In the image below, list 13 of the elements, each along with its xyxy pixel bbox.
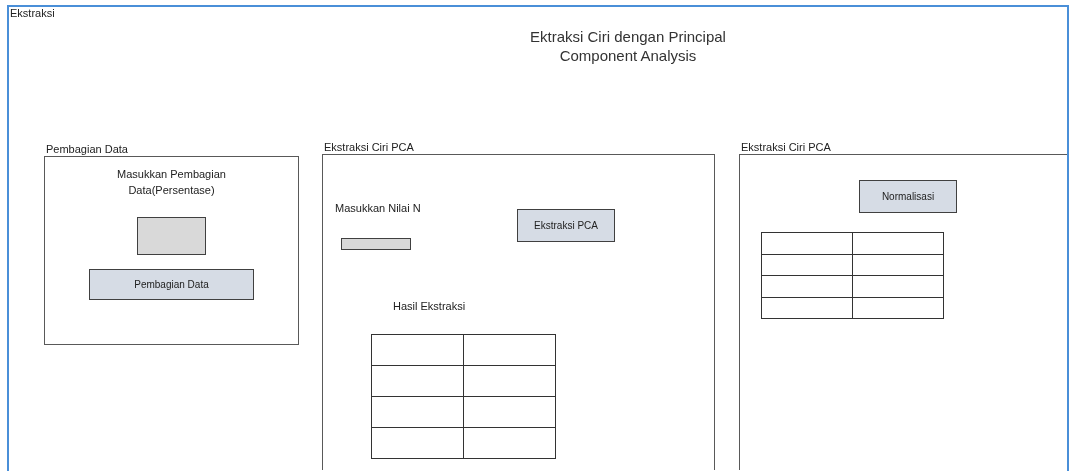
field-label: Hasil Ekstraksi — [393, 298, 466, 313]
window-title: Ekstraksi — [9, 7, 56, 20]
action-button[interactable]: Ekstraksi PCA — [517, 209, 615, 242]
input-field[interactable] — [341, 237, 411, 250]
panel-label: Ekstraksi Ciri PCA — [323, 141, 415, 154]
field-label: Masukkan Pembagian Data(Persentase) — [116, 167, 227, 198]
input-field[interactable] — [137, 217, 206, 255]
panel-label: Pembagian Data — [45, 143, 129, 156]
panel-label: Ekstraksi Ciri PCA — [740, 141, 832, 154]
action-button[interactable]: Pembagian Data — [89, 269, 254, 300]
page-heading: Ektraksi Ciri dengan Principal Component Analysis — [529, 27, 727, 65]
action-button[interactable]: Normalisasi — [859, 180, 957, 213]
field-label: Masukkan Nilai N — [335, 201, 421, 215]
